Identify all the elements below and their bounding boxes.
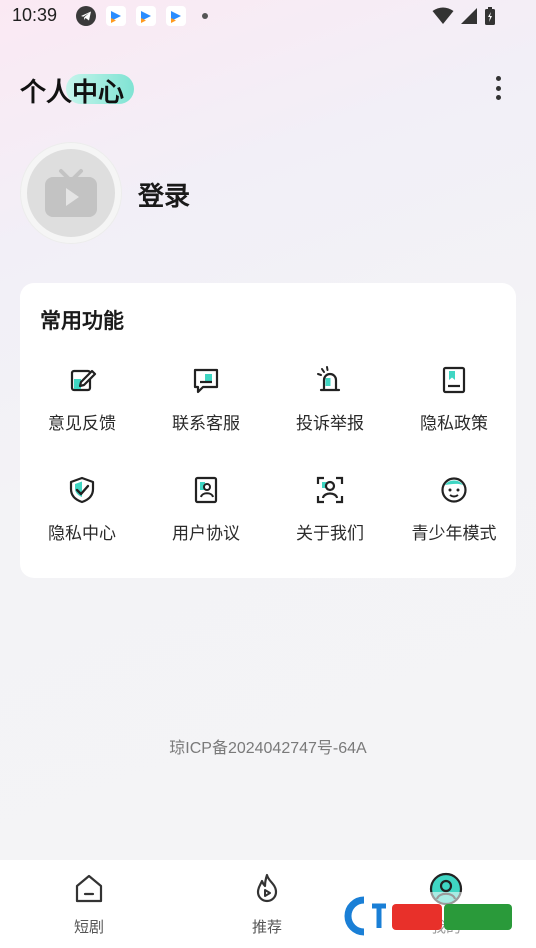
- signal-icon: [461, 8, 477, 24]
- teen-mode-button[interactable]: 青少年模式: [392, 475, 516, 565]
- feedback-button[interactable]: 意见反馈: [20, 365, 144, 455]
- status-bar: 10:39: [0, 0, 536, 32]
- item-label: 意见反馈: [48, 414, 116, 434]
- privacy-center-button[interactable]: 隐私中心: [20, 475, 144, 565]
- tv-play-icon: [45, 169, 97, 217]
- icp-record-link[interactable]: 琼ICP备2024042747号-64A: [0, 734, 536, 758]
- login-button[interactable]: 登录: [138, 176, 190, 213]
- app-notification-icon: [106, 6, 126, 26]
- notification-icons: [76, 6, 208, 26]
- feedback-edit-icon: [70, 369, 97, 392]
- item-label: 用户协议: [172, 524, 240, 544]
- more-dot: [495, 95, 501, 100]
- more-dot: [495, 76, 501, 81]
- item-label: 投诉举报: [296, 414, 364, 434]
- page-title: 个人中心: [20, 78, 125, 108]
- report-alarm-icon: [317, 366, 341, 392]
- nav-tab-recommend[interactable]: 推荐: [217, 872, 317, 942]
- battery-icon: [485, 7, 495, 25]
- more-options-button[interactable]: [486, 74, 510, 102]
- user-agreement-icon: [194, 476, 218, 504]
- shield-check-icon: [69, 476, 95, 504]
- more-notifications-dot: [202, 13, 208, 19]
- nav-label: 短剧: [73, 918, 104, 936]
- about-us-button[interactable]: 关于我们: [268, 475, 392, 565]
- item-label: 隐私中心: [48, 524, 116, 544]
- nav-label: 推荐: [251, 918, 282, 936]
- teen-mode-face-icon: [441, 477, 467, 503]
- common-functions-card: 常用功能 意见反馈 联系客服 投诉举报 隐私政策 隐私中心 用户协议 关于我们 …: [20, 283, 516, 578]
- complaint-report-button[interactable]: 投诉举报: [268, 365, 392, 455]
- home-icon: [75, 874, 103, 903]
- flame-play-icon: [256, 873, 278, 903]
- user-agreement-button[interactable]: 用户协议: [144, 475, 268, 565]
- telegram-icon: [76, 6, 96, 26]
- customer-service-chat-icon: [193, 368, 219, 394]
- status-time: 10:39: [12, 5, 58, 25]
- section-title: 常用功能: [40, 309, 124, 333]
- app-notification-icon: [166, 6, 186, 26]
- nav-tab-short-drama[interactable]: 短剧: [39, 872, 139, 942]
- contact-service-button[interactable]: 联系客服: [144, 365, 268, 455]
- item-label: 青少年模式: [411, 524, 497, 544]
- item-label: 联系客服: [172, 414, 240, 434]
- app-notification-icon: [136, 6, 156, 26]
- wifi-icon: [432, 7, 454, 24]
- watermark-logo: [334, 892, 518, 940]
- about-us-scan-icon: [316, 476, 344, 504]
- item-label: 隐私政策: [420, 414, 488, 434]
- avatar[interactable]: [27, 149, 115, 237]
- system-icons: [432, 6, 496, 26]
- privacy-policy-button[interactable]: 隐私政策: [392, 365, 516, 455]
- more-dot: [495, 85, 501, 91]
- privacy-policy-book-icon: [442, 366, 466, 394]
- item-label: 关于我们: [296, 524, 364, 544]
